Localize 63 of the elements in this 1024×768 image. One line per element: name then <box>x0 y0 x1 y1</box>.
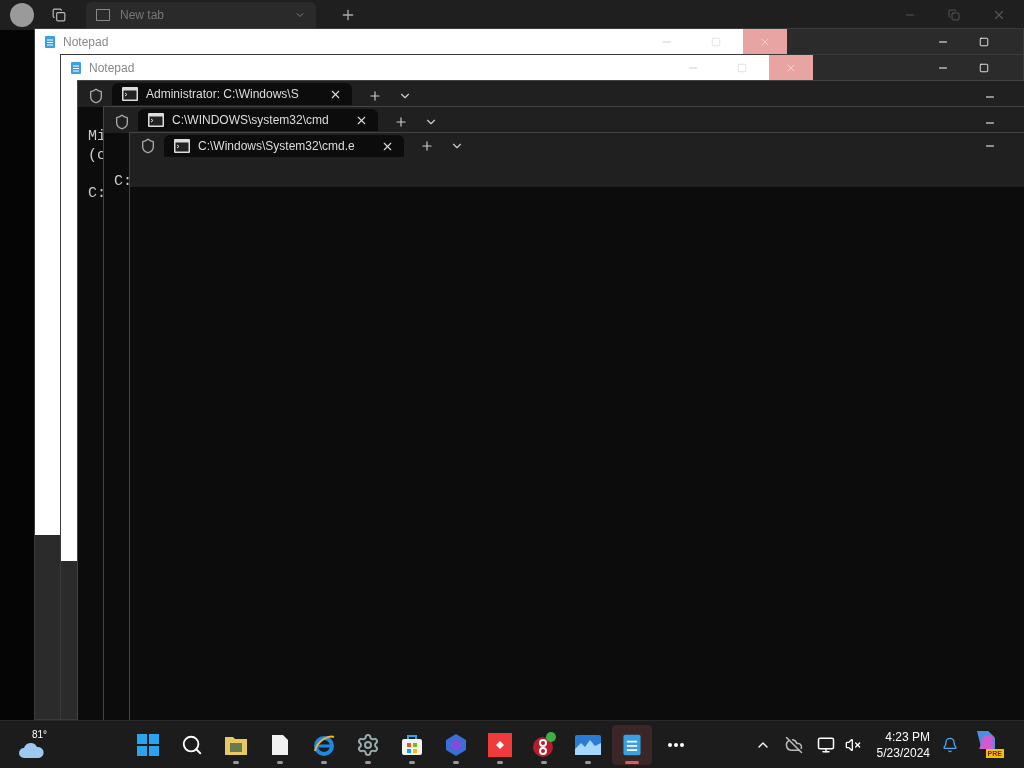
running-indicator <box>497 760 503 764</box>
close-button[interactable] <box>769 55 813 81</box>
close-button[interactable] <box>743 29 787 55</box>
network-icon[interactable] <box>816 735 835 754</box>
notepad-icon <box>69 61 83 75</box>
running-indicator <box>409 760 415 764</box>
new-tab-icon[interactable] <box>340 7 356 23</box>
running-indicator <box>541 760 547 764</box>
terminal-tab[interactable]: C:\Windows\System32\cmd.e <box>164 135 404 157</box>
terminal-icon <box>122 87 138 101</box>
window-title: Notepad <box>63 34 109 51</box>
hexagon-logo-icon <box>444 732 468 757</box>
console-line: C: <box>88 184 106 203</box>
avatar[interactable] <box>10 3 34 27</box>
close-icon <box>759 36 771 48</box>
tab-title: C:\WINDOWS\system32\cmd <box>172 112 329 129</box>
tab-title: Administrator: C:\Windows\S <box>146 86 299 103</box>
notepad-icon <box>620 732 644 757</box>
running-indicator <box>585 760 591 764</box>
volume-mute-icon[interactable] <box>844 736 861 753</box>
new-tab-icon[interactable] <box>394 115 408 129</box>
taskbar-app[interactable] <box>612 724 652 765</box>
window-title: Notepad <box>89 60 135 77</box>
close-icon <box>785 62 797 74</box>
page-icon <box>96 9 110 21</box>
new-tab-icon[interactable] <box>420 139 434 153</box>
more-icon <box>668 742 684 747</box>
weather-widget[interactable]: 81° <box>14 724 74 765</box>
new-tab-icon[interactable] <box>368 89 382 103</box>
shield-icon <box>114 113 130 130</box>
running-indicator <box>277 760 283 764</box>
terminal-icon <box>148 113 164 127</box>
clock[interactable]: 4:23 PM 5/23/2024 <box>876 728 930 761</box>
cloud-off-icon[interactable] <box>784 735 803 754</box>
shield-icon <box>140 138 156 154</box>
console-line: Mi <box>88 127 106 146</box>
terminal-tab[interactable]: C:\WINDOWS\system32\cmd <box>138 109 378 131</box>
badge-check-icon <box>532 731 556 758</box>
diamond-arrows-icon <box>488 732 512 757</box>
console-line: C: <box>114 172 132 191</box>
clock-time: 4:23 PM <box>885 728 930 745</box>
notepad-icon <box>43 35 57 49</box>
tab-title: New tab <box>120 7 165 24</box>
notification-bell-icon[interactable] <box>942 736 958 753</box>
running-indicator <box>233 760 239 764</box>
clock-date: 5/23/2024 <box>876 744 930 761</box>
tab-title: C:\Windows\System32\cmd.e <box>198 138 355 155</box>
running-indicator <box>321 760 327 764</box>
running-indicator <box>365 760 371 764</box>
shield-icon <box>88 87 104 104</box>
shopping-bag-icon <box>400 732 424 757</box>
file-icon <box>271 733 289 756</box>
terminal-tab[interactable]: Administrator: C:\Windows\S <box>112 83 352 105</box>
terminal-icon <box>174 139 190 153</box>
gear-icon <box>356 732 380 757</box>
search-icon <box>181 733 203 756</box>
copilot-icon <box>976 731 996 749</box>
running-indicator <box>453 760 459 764</box>
temperature: 81° <box>32 727 48 742</box>
picture-icon <box>575 734 601 755</box>
running-indicator <box>625 760 639 764</box>
tab-actions-icon[interactable] <box>52 8 66 22</box>
windows-logo-icon <box>136 732 160 757</box>
